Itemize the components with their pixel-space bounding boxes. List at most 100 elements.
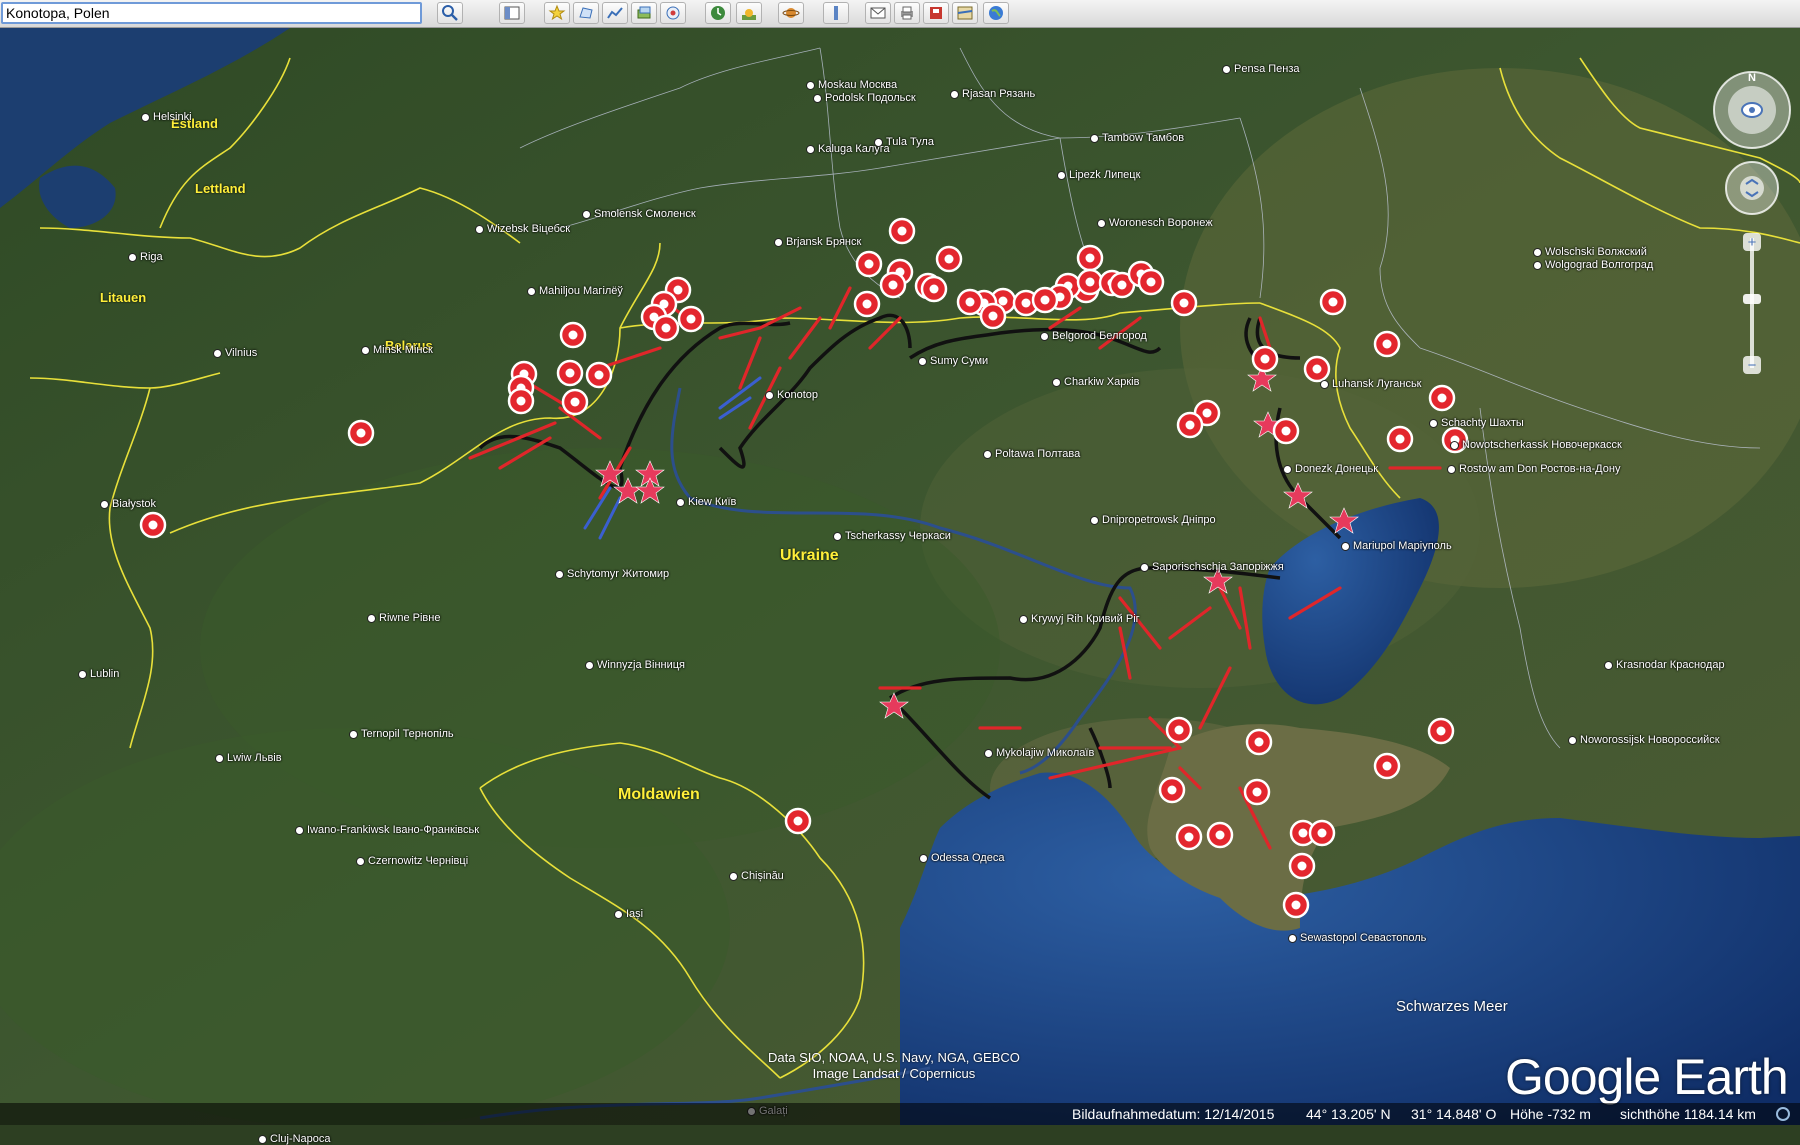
separator — [471, 2, 485, 24]
city-name: Poltawa Полтава — [995, 448, 1081, 460]
city-label[interactable]: Czernowitz Чернівці — [356, 855, 468, 867]
look-joystick[interactable]: N — [1713, 71, 1791, 149]
city-label[interactable]: Riga — [128, 251, 163, 263]
city-label[interactable]: Charkiw Харків — [1052, 376, 1139, 388]
city-label[interactable]: Podolsk Подольск — [813, 92, 916, 104]
city-label[interactable]: Krasnodar Краснодар — [1604, 659, 1725, 671]
add-polygon-button[interactable] — [573, 2, 599, 24]
email-button[interactable] — [865, 2, 891, 24]
city-label[interactable]: Lipezk Липецк — [1057, 169, 1140, 181]
event-marker-dot — [1021, 298, 1031, 308]
zoom-slider[interactable]: + − — [1743, 233, 1761, 374]
save-image-button[interactable] — [923, 2, 949, 24]
city-name: Lipezk Липецк — [1069, 169, 1141, 181]
city-dot-icon — [806, 144, 815, 154]
event-marker-dot — [565, 368, 575, 378]
city-label[interactable]: Belgorod Белгород — [1040, 330, 1147, 342]
email-icon — [870, 7, 886, 19]
earth-map-view[interactable]: Estland Lettland Litauen Belarus Ukraine… — [0, 28, 1800, 1145]
event-marker-dot — [1291, 900, 1301, 910]
event-marker-dot — [1040, 295, 1050, 305]
city-name: Brjansk Брянск — [786, 236, 862, 248]
city-label[interactable]: Białystok — [100, 498, 156, 510]
city-label[interactable]: Donezk Донецьк — [1283, 463, 1378, 475]
city-label[interactable]: Winnyzja Вінниця — [585, 659, 685, 671]
sunlight-button[interactable] — [736, 2, 762, 24]
path-icon — [607, 7, 623, 19]
add-path-button[interactable] — [602, 2, 628, 24]
search-box[interactable] — [1, 2, 422, 24]
city-dot-icon — [555, 569, 564, 579]
city-name: Smolensk Смоленск — [594, 208, 696, 220]
city-label[interactable]: Dnipropetrowsk Дніпро — [1090, 514, 1216, 526]
city-label[interactable]: Nowotscherkassk Новочеркасск — [1450, 439, 1622, 451]
city-label[interactable]: Helsinki — [141, 111, 192, 123]
city-label[interactable]: Riwne Рівне — [367, 612, 440, 624]
city-label[interactable]: Mariupol Маріуполь — [1341, 540, 1452, 552]
city-label[interactable]: Brjansk Брянск — [774, 236, 861, 248]
search-button[interactable] — [437, 2, 463, 24]
city-label[interactable]: Wizebsk Віцебск — [475, 223, 570, 235]
city-dot-icon — [1040, 331, 1049, 341]
earth-view-button[interactable] — [983, 2, 1009, 24]
view-in-maps-button[interactable] — [952, 2, 978, 24]
city-label[interactable]: Mahiljou Магілёў — [527, 285, 623, 297]
city-label[interactable]: Mykolajiw Миколаїв — [984, 747, 1094, 759]
city-label[interactable]: Ternopil Тернопіль — [349, 728, 454, 740]
event-marker-dot — [1085, 277, 1095, 287]
add-overlay-button[interactable] — [631, 2, 657, 24]
ruler-button[interactable] — [823, 2, 849, 24]
city-label[interactable]: Iwano-Frankiwsk Івано-Франківськ — [295, 824, 479, 836]
search-input[interactable] — [3, 4, 420, 22]
city-label[interactable]: Tambow Тамбов — [1090, 132, 1184, 144]
print-button[interactable] — [894, 2, 920, 24]
city-label[interactable]: Sumy Суми — [918, 355, 988, 367]
city-label[interactable]: Iași — [614, 908, 643, 920]
city-label[interactable]: Tscherkassy Черкаси — [833, 530, 951, 542]
city-label[interactable]: Smolensk Смоленск — [582, 208, 696, 220]
search-icon — [442, 5, 458, 21]
city-label[interactable]: Moskau Москва — [806, 79, 897, 91]
city-label[interactable]: Krywyj Rih Кривий Ріг — [1019, 613, 1140, 625]
city-label[interactable]: Schachty Шахты — [1429, 417, 1524, 429]
city-label[interactable]: Sewastopol Севастополь — [1288, 932, 1426, 944]
city-dot-icon — [1090, 515, 1099, 525]
navigation-controls[interactable]: N + − — [1710, 68, 1794, 388]
city-dot-icon — [813, 93, 822, 103]
city-label[interactable]: Schytomyr Житомир — [555, 568, 669, 580]
sidebar-toggle-button[interactable] — [499, 2, 525, 24]
city-label[interactable]: Odessa Одеса — [919, 852, 1004, 864]
event-marker-dot — [1184, 832, 1194, 842]
city-label[interactable]: Cluj-Napoca — [258, 1133, 331, 1145]
city-dot-icon — [141, 112, 150, 122]
city-label[interactable]: Wolgograd Волгоград — [1533, 259, 1653, 271]
city-label[interactable]: Kiew Київ — [676, 496, 736, 508]
city-label[interactable]: Wolschski Волжский — [1533, 246, 1647, 258]
satellite-imagery[interactable] — [0, 28, 1800, 1125]
record-tour-button[interactable] — [660, 2, 686, 24]
city-label[interactable]: Poltawa Полтава — [983, 448, 1080, 460]
city-label[interactable]: Luhansk Луганськ — [1320, 378, 1422, 390]
event-marker-dot — [1298, 828, 1308, 838]
move-joystick[interactable] — [1725, 161, 1779, 215]
city-dot-icon — [774, 237, 783, 247]
city-label[interactable]: Pensa Пенза — [1222, 63, 1300, 75]
city-label[interactable]: Woronesch Воронеж — [1097, 217, 1213, 229]
city-label[interactable]: Rjasan Рязань — [950, 88, 1035, 100]
city-label[interactable]: Noworossijsk Новороссийск — [1568, 734, 1720, 746]
add-placemark-button[interactable] — [544, 2, 570, 24]
city-label[interactable]: Lwiw Львів — [215, 752, 282, 764]
switch-planet-button[interactable] — [778, 2, 804, 24]
city-label[interactable]: Rostow am Don Ростов-на-Дону — [1447, 463, 1620, 475]
city-dot-icon — [1568, 735, 1577, 745]
city-label[interactable]: Lublin — [78, 668, 119, 680]
city-label[interactable]: Konotop — [765, 389, 818, 401]
city-label[interactable]: Tula Тула — [874, 136, 934, 148]
city-label[interactable]: Saporischschja Запоріжжя — [1140, 561, 1284, 573]
city-label[interactable]: Vilnius — [213, 347, 257, 359]
city-label[interactable]: Minsk Мінск — [361, 344, 433, 356]
city-label[interactable]: Chișinău — [729, 870, 784, 882]
maps-icon — [957, 6, 973, 20]
historical-imagery-button[interactable] — [705, 2, 731, 24]
event-marker-dot — [793, 816, 803, 826]
